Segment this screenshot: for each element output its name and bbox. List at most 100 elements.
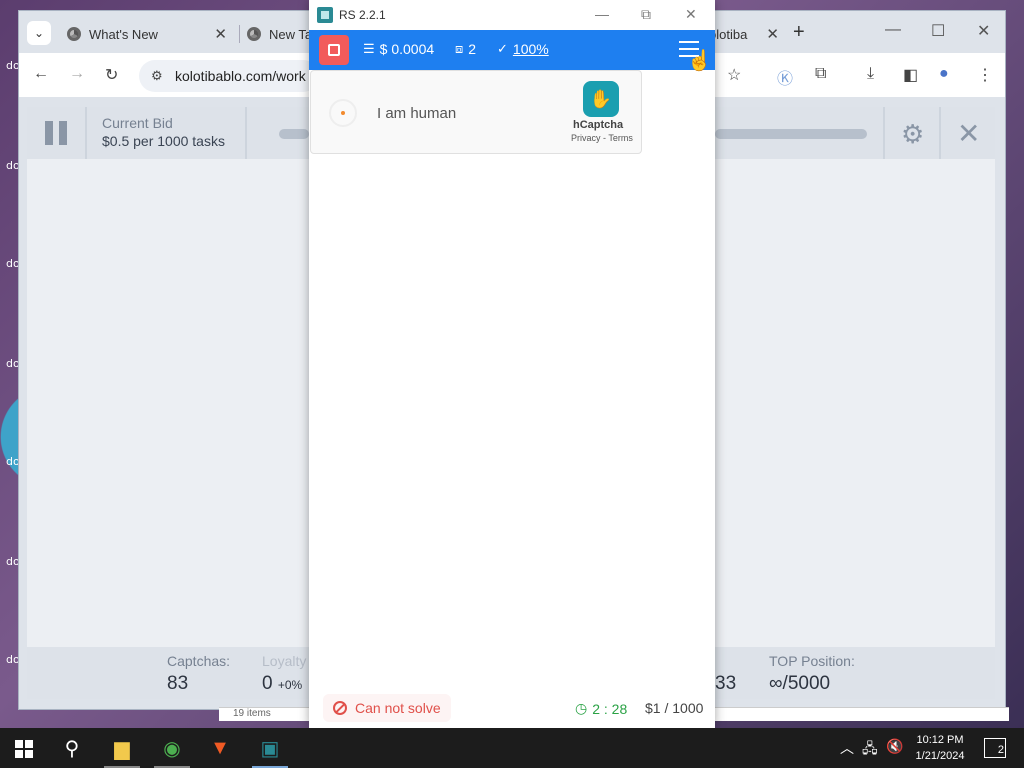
- hcaptcha-logo-icon: ✋: [583, 81, 619, 117]
- divider: [939, 107, 941, 159]
- close-icon[interactable]: ✕: [214, 25, 227, 43]
- download-icon[interactable]: ⤓: [867, 65, 874, 83]
- timer: ◷ 2 : 28: [575, 700, 627, 717]
- brave-icon[interactable]: ▼: [206, 736, 234, 760]
- tab-title: What's New: [89, 26, 158, 42]
- rs-taskbar-icon[interactable]: ▣: [256, 736, 284, 760]
- balance-value: $ 0.0004: [379, 41, 435, 57]
- minimize-icon[interactable]: —: [885, 21, 901, 39]
- bookmark-star-icon[interactable]: ☆: [727, 65, 741, 85]
- loyalty-value: 0: [262, 673, 273, 694]
- clock-date: 1/21/2024: [915, 750, 965, 762]
- bid-slider-track[interactable]: [279, 129, 309, 139]
- partial-stat-value: 33: [715, 673, 737, 694]
- loyalty-percent: +0%: [277, 678, 303, 692]
- timer-value: 2 : 28: [592, 700, 628, 717]
- volume-muted-icon[interactable]: 🔇: [886, 738, 903, 755]
- tab-search-button[interactable]: ⌄: [27, 21, 51, 45]
- extensions-puzzle-icon[interactable]: ⧉: [815, 65, 826, 83]
- address-text: kolotibablo.com/work: [175, 68, 306, 84]
- status-text: Can not solve: [355, 700, 441, 716]
- new-tab-button[interactable]: +: [793, 21, 805, 44]
- divider: [883, 107, 885, 159]
- file-explorer-icon[interactable]: ▆: [108, 736, 136, 760]
- rs-titlebar: RS 2.2.1 — ⧉ ✕: [309, 0, 715, 30]
- tab-kolotibablo[interactable]: olotiba ✕: [709, 19, 779, 49]
- maximize-icon[interactable]: ☐: [931, 21, 945, 41]
- rs-footer: Can not solve ◷ 2 : 28 $1 / 1000: [309, 688, 715, 728]
- task-count: ⧈ 2: [455, 41, 476, 57]
- close-icon[interactable]: ✕: [685, 6, 697, 23]
- image-stack-icon: ⧈: [455, 41, 464, 56]
- top-position-stat: TOP Position: ∞/5000: [769, 653, 855, 695]
- taskbar: ⚲ ▆ ◉ ▼ ▣ ︿ 🖧 🔇 10:12 PM 1/21/2024 2: [0, 728, 1024, 768]
- divider: [245, 107, 247, 159]
- rs-window: RS 2.2.1 — ⧉ ✕ ☰ $ 0.0004 ⧈ 2 ✓ 100% ☝ I…: [309, 0, 715, 728]
- partial-stat: 33: [715, 653, 736, 695]
- prohibited-icon: [333, 701, 347, 715]
- tab-separator: [239, 25, 240, 43]
- side-panel-icon[interactable]: ◧: [903, 65, 918, 85]
- loyalty-label: Loyalty: [262, 653, 307, 669]
- hcaptcha-name: hCaptcha: [573, 119, 624, 131]
- success-rate-value[interactable]: 100%: [513, 41, 549, 57]
- hcaptcha-widget: I am human ✋ hCaptcha Privacy - Terms: [310, 70, 642, 154]
- hcaptcha-checkbox[interactable]: [329, 99, 357, 127]
- menu-kebab-icon[interactable]: ⋮: [977, 65, 993, 85]
- minimize-icon[interactable]: —: [595, 6, 609, 22]
- coins-icon: ☰: [363, 41, 375, 56]
- bid-value: $0.5 per 1000 tasks: [102, 133, 225, 149]
- rs-app-icon: [317, 7, 333, 23]
- reload-icon[interactable]: ↻: [105, 65, 118, 85]
- address-bar[interactable]: ⚙ kolotibablo.com/work: [139, 60, 319, 92]
- chrome-icon: [247, 27, 261, 41]
- back-icon[interactable]: ←: [33, 65, 49, 83]
- current-bid: Current Bid $0.5 per 1000 tasks: [102, 115, 225, 149]
- chevron-down-icon: ⌄: [33, 26, 45, 40]
- close-icon[interactable]: ✕: [977, 21, 990, 41]
- network-icon[interactable]: 🖧: [862, 738, 878, 762]
- chrome-icon: [67, 27, 81, 41]
- gear-icon[interactable]: ⚙: [901, 119, 924, 150]
- extension-k-icon[interactable]: Ⓚ: [777, 65, 793, 89]
- close-icon[interactable]: ✕: [766, 25, 779, 43]
- search-icon[interactable]: ⚲: [58, 736, 86, 760]
- rs-title: RS 2.2.1: [339, 8, 386, 22]
- tab-new-tab[interactable]: New Ta: [247, 19, 317, 49]
- captchas-stat: Captchas: 83: [167, 653, 230, 695]
- bid-slider-track[interactable]: [715, 129, 867, 139]
- clock-time: 10:12 PM: [916, 734, 964, 746]
- clock-icon: ◷: [575, 700, 588, 716]
- close-icon[interactable]: ✕: [957, 117, 980, 150]
- success-rate[interactable]: ✓ 100%: [497, 41, 549, 57]
- maximize-icon[interactable]: ⧉: [641, 6, 651, 23]
- rs-toolbar: ☰ $ 0.0004 ⧈ 2 ✓ 100% ☝: [309, 30, 715, 72]
- hcaptcha-label: I am human: [377, 105, 457, 122]
- notification-center-icon[interactable]: 2: [984, 738, 1006, 758]
- loyalty-stat: Loyalty 0 +0%: [262, 653, 306, 695]
- pause-button[interactable]: [45, 121, 67, 145]
- windows-start-icon[interactable]: [15, 740, 33, 758]
- task-count-value: 2: [468, 41, 477, 57]
- stop-button[interactable]: [319, 35, 349, 65]
- status-badge: Can not solve: [323, 694, 451, 722]
- top-position-value: ∞/5000: [769, 673, 831, 694]
- tab-title: New Ta: [269, 26, 313, 42]
- show-hidden-icons-icon[interactable]: ︿: [840, 738, 854, 758]
- site-info-icon[interactable]: ⚙: [151, 68, 163, 84]
- chrome-taskbar-icon[interactable]: ◉: [158, 736, 186, 760]
- profile-avatar-icon[interactable]: ●: [939, 65, 949, 83]
- forward-icon[interactable]: →: [69, 65, 85, 83]
- bid-label: Current Bid: [102, 115, 173, 131]
- captchas-label: Captchas:: [167, 653, 231, 669]
- system-clock[interactable]: 10:12 PM 1/21/2024: [906, 732, 974, 764]
- tab-whats-new[interactable]: What's New ✕: [67, 19, 227, 49]
- balance: ☰ $ 0.0004: [363, 41, 434, 57]
- rate-value: $1 / 1000: [645, 700, 704, 716]
- stop-icon: [328, 44, 340, 56]
- loading-dot-icon: [341, 111, 345, 115]
- hcaptcha-links[interactable]: Privacy - Terms: [571, 133, 633, 143]
- hand-cursor-icon: ☝: [687, 50, 712, 72]
- top-position-label: TOP Position:: [769, 653, 855, 669]
- divider: [85, 107, 87, 159]
